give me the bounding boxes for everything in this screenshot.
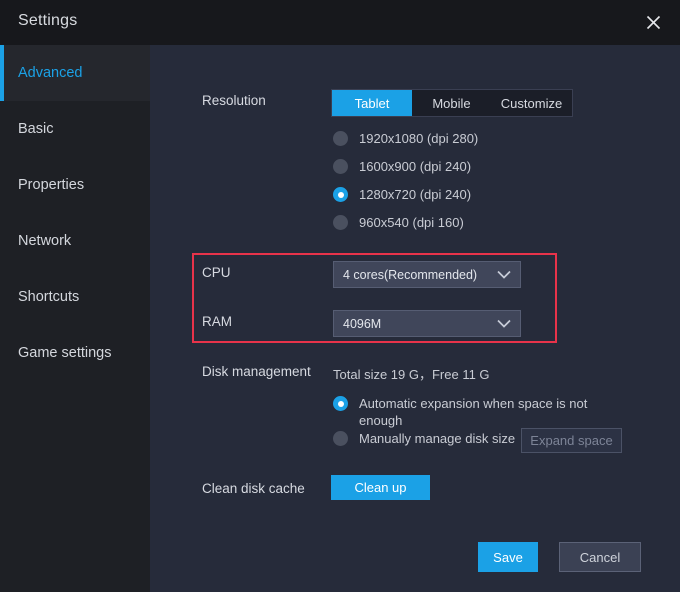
sidebar-item-label: Basic	[18, 121, 54, 137]
radio-icon-selected	[333, 396, 348, 411]
settings-content: Resolution Tablet Mobile Customize 1920x…	[150, 45, 680, 592]
title-bar: Settings	[0, 0, 680, 45]
resolution-option-1280x720[interactable]: 1280x720 (dpi 240)	[333, 187, 471, 202]
sidebar-item-label: Properties	[18, 177, 85, 193]
sidebar-item-label: Network	[18, 233, 72, 249]
cpu-select[interactable]: 4 cores(Recommended)	[333, 261, 521, 288]
cancel-button[interactable]: Cancel	[559, 542, 641, 572]
radio-icon-selected	[333, 187, 348, 202]
clean-up-button[interactable]: Clean up	[331, 475, 430, 500]
tab-tablet[interactable]: Tablet	[332, 90, 412, 116]
cpu-select-value: 4 cores(Recommended)	[343, 267, 478, 282]
radio-icon	[333, 215, 348, 230]
ram-label: RAM	[202, 314, 232, 329]
sidebar-item-label: Advanced	[18, 65, 83, 81]
disk-size-summary: Total size 19 G，Free 11 G	[333, 367, 490, 382]
sidebar-item-basic[interactable]: Basic	[0, 101, 150, 157]
cpu-label: CPU	[202, 265, 231, 280]
sidebar-item-game-settings[interactable]: Game settings	[0, 325, 150, 381]
sidebar-item-label: Game settings	[18, 345, 112, 361]
settings-window: Settings Advanced Basic Properties Netwo…	[0, 0, 680, 592]
resolution-option-1600x900[interactable]: 1600x900 (dpi 240)	[333, 159, 471, 174]
sidebar-item-shortcuts[interactable]: Shortcuts	[0, 269, 150, 325]
ram-select[interactable]: 4096M	[333, 310, 521, 337]
window-title: Settings	[18, 12, 78, 29]
disk-option-automatic-expansion[interactable]: Automatic expansion when space is not en…	[333, 395, 599, 429]
ram-select-value: 4096M	[343, 316, 382, 331]
resolution-tab-group: Tablet Mobile Customize	[331, 89, 573, 117]
resolution-option-1920x1080[interactable]: 1920x1080 (dpi 280)	[333, 131, 478, 146]
disk-management-label: Disk management	[202, 364, 311, 379]
chevron-down-icon	[497, 315, 511, 333]
chevron-down-icon	[497, 266, 511, 284]
sidebar-item-advanced[interactable]: Advanced	[0, 45, 150, 101]
radio-icon	[333, 131, 348, 146]
resolution-option-960x540[interactable]: 960x540 (dpi 160)	[333, 215, 464, 230]
radio-icon	[333, 431, 348, 446]
clean-disk-cache-label: Clean disk cache	[202, 481, 305, 496]
tab-mobile[interactable]: Mobile	[412, 90, 491, 116]
radio-icon	[333, 159, 348, 174]
resolution-label: Resolution	[202, 93, 266, 108]
disk-option-manual-manage[interactable]: Manually manage disk size	[333, 431, 515, 446]
tab-customize[interactable]: Customize	[491, 90, 572, 116]
sidebar-item-properties[interactable]: Properties	[0, 157, 150, 213]
save-button[interactable]: Save	[478, 542, 538, 572]
close-icon[interactable]	[634, 4, 672, 40]
expand-space-button[interactable]: Expand space	[521, 428, 622, 453]
sidebar: Advanced Basic Properties Network Shortc…	[0, 45, 150, 592]
sidebar-item-network[interactable]: Network	[0, 213, 150, 269]
sidebar-item-label: Shortcuts	[18, 289, 80, 305]
